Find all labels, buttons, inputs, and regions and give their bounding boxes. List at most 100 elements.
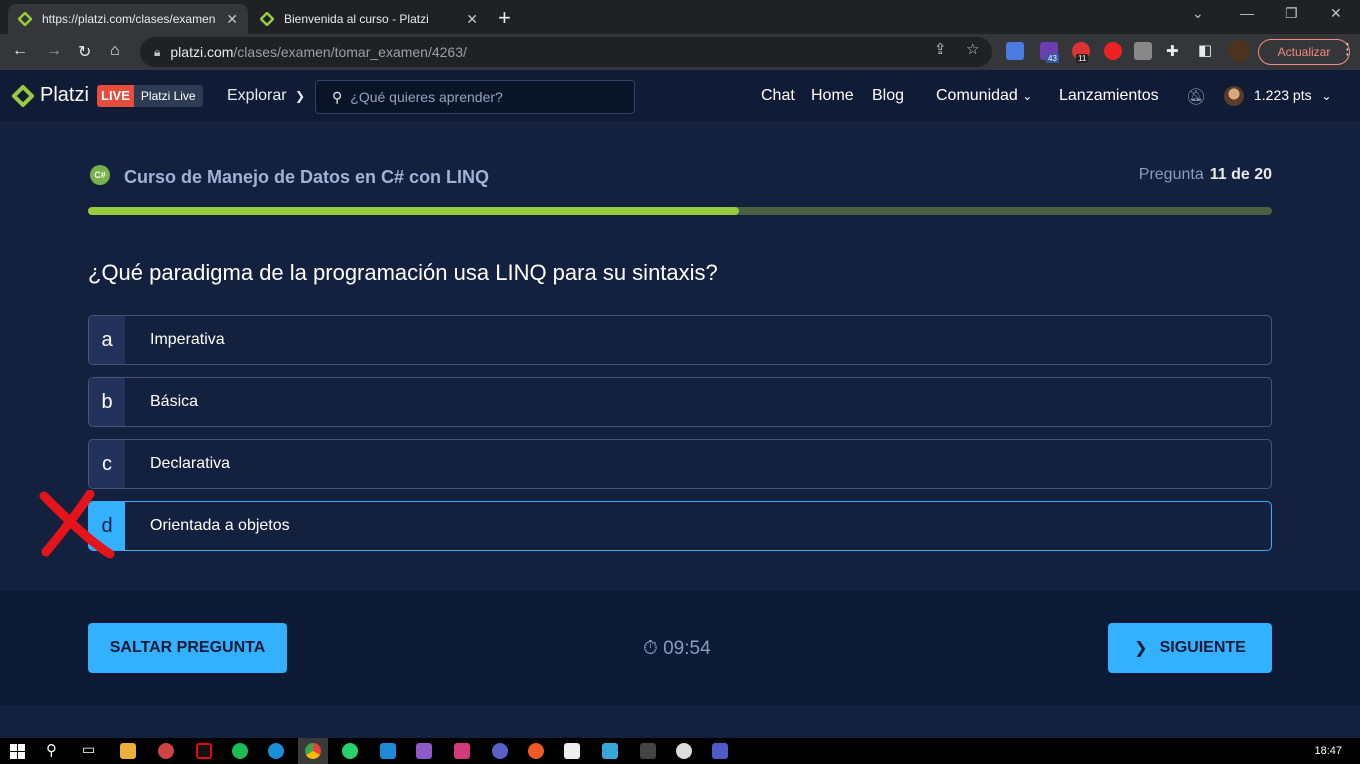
chevron-down-icon: ❯ (295, 89, 306, 103)
question-counter: Pregunta 11 de 20 (1139, 166, 1272, 184)
platzi-favicon-icon (260, 12, 274, 26)
extensions-puzzle-icon[interactable]: ✚ (1166, 42, 1179, 60)
app-icon[interactable] (564, 743, 580, 759)
option-letter: b (89, 378, 125, 426)
question-text: ¿Qué paradigma de la programación usa LI… (88, 260, 718, 285)
nav-blog[interactable]: Blog (872, 87, 904, 105)
tab-search-chevron-icon[interactable]: ⌄ (1192, 5, 1204, 22)
forward-icon[interactable]: → (46, 42, 62, 60)
task-view-icon[interactable]: ▭ (82, 741, 95, 758)
terminal-icon[interactable] (640, 743, 656, 759)
live-name: Platzi Live (133, 85, 203, 107)
platzi-live-badge[interactable]: LIVE Platzi Live (97, 85, 203, 107)
explore-menu[interactable]: Explorar ❯ (227, 87, 305, 105)
question-counter-value: 11 de 20 (1209, 166, 1272, 183)
search-input[interactable] (350, 89, 611, 105)
maximize-icon[interactable]: ❐ (1285, 5, 1298, 22)
address-bar[interactable]: 🔒︎ platzi.com/clases/examen/tomar_examen… (140, 37, 992, 67)
answer-option-d[interactable]: d Orientada a objetos (88, 501, 1272, 551)
browser-tab-welcome[interactable]: Bienvenida al curso - Platzi ✕ (250, 4, 488, 34)
vscode-icon[interactable] (380, 743, 396, 759)
option-text: Declarativa (150, 455, 231, 472)
nav-chat[interactable]: Chat (761, 87, 795, 105)
logo-text: Platzi (40, 84, 89, 106)
bookmark-star-icon[interactable]: ☆ (966, 40, 979, 58)
live-label: LIVE (97, 85, 134, 107)
windows-start-icon[interactable] (10, 744, 25, 759)
chrome-active-slot[interactable] (298, 738, 328, 764)
chrome-icon (305, 743, 321, 759)
url-text: platzi.com/clases/examen/tomar_examen/42… (170, 44, 467, 60)
next-label: SIGUIENTE (1159, 639, 1246, 656)
option-text: Básica (150, 393, 199, 410)
new-tab-icon[interactable]: + (498, 5, 511, 31)
browser-toolbar: ← → ↻ ⌂ 🔒︎ platzi.com/clases/examen/toma… (0, 34, 1360, 70)
app-icon[interactable] (158, 743, 174, 759)
course-badge-icon: C# (90, 165, 110, 185)
exam-progress-bar (88, 207, 1272, 215)
page-bottom-strip (0, 705, 1360, 738)
reload-icon[interactable]: ↻ (78, 42, 91, 62)
lock-icon: 🔒︎ (154, 44, 161, 59)
stopwatch-icon: ⏱︎ (643, 638, 658, 659)
close-tab-icon[interactable]: ✕ (226, 11, 238, 28)
file-explorer-icon[interactable] (120, 743, 136, 759)
app-icon[interactable] (676, 743, 692, 759)
user-points[interactable]: 1.223 pts ⌄ (1254, 87, 1332, 103)
profile-avatar[interactable] (1228, 40, 1250, 62)
extension-grey-icon[interactable] (1134, 42, 1152, 60)
question-counter-label: Pregunta (1138, 166, 1204, 183)
side-panel-icon[interactable]: ◧ (1198, 41, 1212, 59)
taskbar-search-icon[interactable]: ⚲ (46, 741, 57, 759)
option-letter: c (89, 440, 125, 488)
search-box[interactable]: ⚲ (315, 80, 635, 114)
user-avatar[interactable] (1224, 86, 1244, 106)
exam-panel: C# Curso de Manejo de Datos en C# con LI… (0, 123, 1360, 591)
extension-record-icon[interactable] (1104, 42, 1122, 60)
share-icon[interactable]: ⇪ (934, 40, 947, 58)
close-tab-icon[interactable]: ✕ (466, 11, 478, 28)
nav-comunidad[interactable]: Comunidad ⌄ (936, 87, 1032, 105)
update-browser-button[interactable]: Actualizar (1258, 39, 1350, 65)
netflix-icon[interactable] (196, 743, 212, 759)
teams-icon[interactable] (712, 743, 728, 759)
extension-badge: 43 (1046, 54, 1059, 63)
close-window-icon[interactable]: ✕ (1330, 5, 1342, 22)
back-icon[interactable]: ← (12, 42, 28, 60)
minimize-icon[interactable]: — (1240, 5, 1254, 21)
spotify-icon[interactable] (232, 743, 248, 759)
next-button[interactable]: ❯ SIGUIENTE (1108, 623, 1272, 673)
chevron-down-icon: ⌄ (1022, 89, 1033, 103)
visual-studio-icon[interactable] (416, 743, 432, 759)
tab-title: Bienvenida al curso - Platzi (284, 12, 429, 26)
more-menu-icon[interactable]: ⋮ (1340, 40, 1355, 58)
exam-timer: ⏱︎ 09:54 (643, 638, 711, 660)
edge-icon[interactable] (268, 743, 284, 759)
nav-comunidad-label: Comunidad (936, 87, 1018, 104)
answer-option-c[interactable]: c Declarativa (88, 439, 1272, 489)
app-icon[interactable] (492, 743, 508, 759)
red-cross-annotation-icon (39, 490, 115, 559)
points-value: 1.223 pts (1254, 87, 1312, 103)
home-icon[interactable]: ⌂ (110, 42, 120, 60)
nav-home[interactable]: Home (811, 87, 854, 105)
course-title: Curso de Manejo de Datos en C# con LINQ (124, 167, 490, 187)
chevron-down-icon: ⌄ (1321, 89, 1332, 103)
platzi-favicon-icon (18, 12, 32, 26)
jetbrains-icon[interactable] (454, 743, 470, 759)
notifications-off-icon[interactable]: 🔕︎ (1186, 87, 1206, 107)
whatsapp-icon[interactable] (342, 743, 358, 759)
chevron-right-icon: ❯ (1134, 640, 1148, 657)
postman-icon[interactable] (528, 743, 544, 759)
nav-lanzamientos[interactable]: Lanzamientos (1059, 87, 1159, 105)
site-header: Platzi LIVE Platzi Live Explorar ❯ ⚲ Cha… (0, 70, 1360, 123)
answer-option-a[interactable]: a Imperativa (88, 315, 1272, 365)
answer-option-b[interactable]: b Básica (88, 377, 1272, 427)
app-icon[interactable] (602, 743, 618, 759)
browser-tab-exam[interactable]: https://platzi.com/clases/examen ✕ (8, 4, 248, 34)
platzi-logo[interactable]: Platzi (12, 84, 89, 107)
translate-extension-icon[interactable] (1006, 42, 1024, 60)
skip-question-button[interactable]: SALTAR PREGUNTA (88, 623, 287, 673)
extension-badge: 11 (1076, 54, 1089, 63)
progress-fill (88, 207, 740, 215)
